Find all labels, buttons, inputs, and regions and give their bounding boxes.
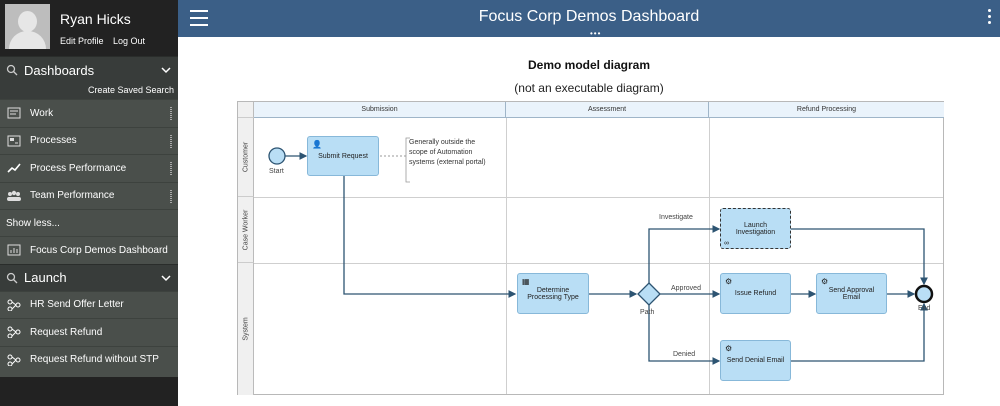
task-send-denial-email[interactable]: ⚙ Send Denial Email — [720, 340, 791, 381]
launch-item-request-refund-without-stp[interactable]: Request Refund without STP — [0, 345, 178, 374]
top-header: Focus Corp Demos Dashboard ••• — [178, 0, 1000, 38]
sidebar-item-label: Process Performance — [30, 162, 127, 174]
gear-icon: ⚙ — [725, 277, 733, 286]
sidebar: Ryan Hicks Edit Profile Log Out Dashboar… — [0, 0, 178, 406]
drag-handle-icon[interactable] — [170, 162, 172, 175]
sidebar-item-work[interactable]: Work — [0, 99, 178, 127]
task-launch-investigation[interactable]: Launch Investigation ∞ — [720, 208, 791, 249]
approved-flow-label: Approved — [671, 285, 701, 292]
edit-profile-link[interactable]: Edit Profile — [60, 36, 104, 46]
avatar[interactable] — [5, 4, 50, 49]
search-icon — [6, 64, 18, 76]
chevron-down-icon[interactable] — [160, 272, 172, 284]
annotation-note: Generally outside the scope of Automatio… — [409, 139, 486, 166]
page-title: Focus Corp Demos Dashboard — [478, 8, 700, 25]
sidebar-item-focus-dashboard[interactable]: Focus Corp Demos Dashboard — [0, 236, 178, 264]
task-label: Determine Processing Type — [527, 286, 579, 301]
sidebar-item-process-performance[interactable]: Process Performance — [0, 154, 178, 182]
launch-item-label: Request Refund without STP — [30, 354, 159, 366]
team-icon — [6, 189, 22, 203]
launch-item-label: Request Refund — [30, 326, 103, 338]
chart-icon — [6, 161, 22, 175]
gear-icon: ⚙ — [821, 277, 829, 286]
end-label: End — [918, 305, 931, 312]
link-icon: ∞ — [724, 240, 729, 247]
launch-item-request-refund[interactable]: Request Refund — [0, 318, 178, 346]
bpmn-diagram: Submission Assessment Refund Processing … — [237, 101, 944, 395]
sidebar-footer — [0, 377, 178, 406]
gateway-label: Path — [640, 309, 655, 316]
task-label: Submit Request — [318, 152, 368, 160]
processes-icon — [6, 134, 22, 148]
more-dots-icon[interactable]: ••• — [590, 29, 601, 38]
business-rule-icon: ▦ — [522, 277, 530, 286]
sidebar-item-label: Processes — [30, 135, 77, 147]
user-task-icon: 👤 — [312, 140, 322, 149]
task-label: Send Denial Email — [726, 357, 785, 364]
task-label: Issue Refund — [734, 290, 777, 297]
diagram-subtitle: (not an executable diagram) — [514, 81, 664, 95]
user-name: Ryan Hicks — [60, 11, 131, 27]
task-determine-processing-type[interactable]: ▦ Determine Processing Type — [517, 273, 589, 314]
work-icon — [6, 106, 22, 120]
chevron-down-icon[interactable] — [160, 64, 172, 76]
sidebar-item-team-performance[interactable]: Team Performance — [0, 181, 178, 210]
sidebar-item-processes[interactable]: Processes — [0, 126, 178, 155]
launch-section-header[interactable]: Launch — [0, 263, 178, 291]
dashboards-label: Dashboards — [24, 62, 95, 78]
logout-link[interactable]: Log Out — [113, 36, 145, 46]
task-submit-request[interactable]: 👤 Submit Request — [307, 136, 379, 176]
drag-handle-icon[interactable] — [170, 189, 172, 203]
launch-label: Launch — [24, 270, 67, 285]
task-label: Launch Investigation — [735, 221, 776, 236]
gear-icon: ⚙ — [725, 344, 733, 353]
task-issue-refund[interactable]: ⚙ Issue Refund — [720, 273, 791, 314]
denied-flow-label: Denied — [673, 351, 696, 358]
dashboard-icon — [6, 243, 22, 257]
create-saved-search-link[interactable]: Create Saved Search — [0, 83, 178, 99]
sidebar-item-label: Focus Corp Demos Dashboard — [30, 244, 168, 256]
process-flow-icon — [6, 298, 22, 312]
launch-item-hr-send-offer-letter[interactable]: HR Send Offer Letter — [0, 290, 178, 319]
dashboards-section-header[interactable]: Dashboards — [0, 56, 178, 83]
show-less-link[interactable]: Show less... — [0, 209, 178, 236]
sidebar-item-label: Work — [30, 107, 54, 119]
process-flow-icon — [6, 325, 22, 339]
search-icon — [6, 272, 18, 283]
launch-item-label: HR Send Offer Letter — [30, 299, 124, 311]
start-label: Start — [269, 168, 284, 175]
kebab-menu-icon[interactable] — [988, 9, 992, 27]
drag-handle-icon[interactable] — [170, 107, 172, 120]
profile-panel: Ryan Hicks Edit Profile Log Out — [0, 0, 178, 56]
process-flow-icon — [6, 353, 22, 367]
task-send-approval-email[interactable]: ⚙ Send Approval Email — [816, 273, 887, 314]
task-label: Send Approval Email — [828, 286, 875, 301]
diagram-title: Demo model diagram — [527, 58, 651, 72]
drag-handle-icon[interactable] — [170, 134, 172, 148]
sidebar-item-label: Team Performance — [30, 190, 115, 202]
investigate-flow-label: Investigate — [659, 214, 693, 221]
